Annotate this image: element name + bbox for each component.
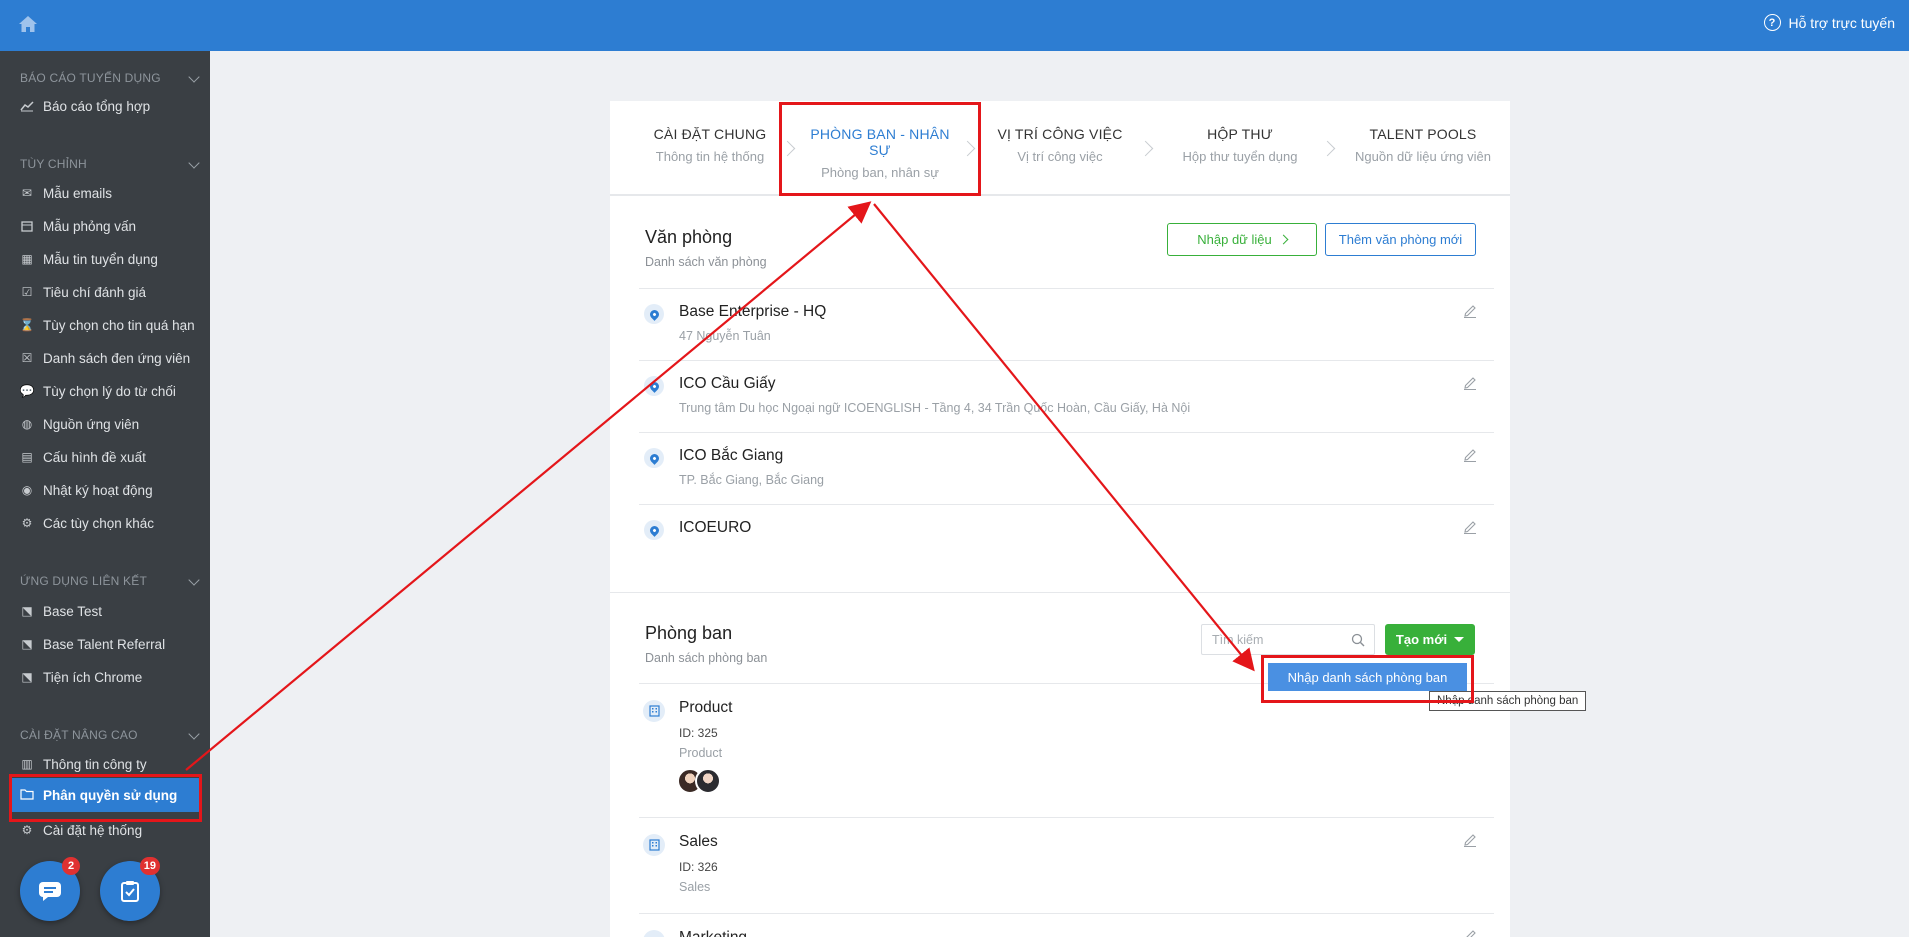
annotation-arrows: [185, 201, 1255, 771]
arrow-permissions-to-tab: [185, 201, 872, 771]
arrow-tab-to-import: [873, 203, 1255, 672]
